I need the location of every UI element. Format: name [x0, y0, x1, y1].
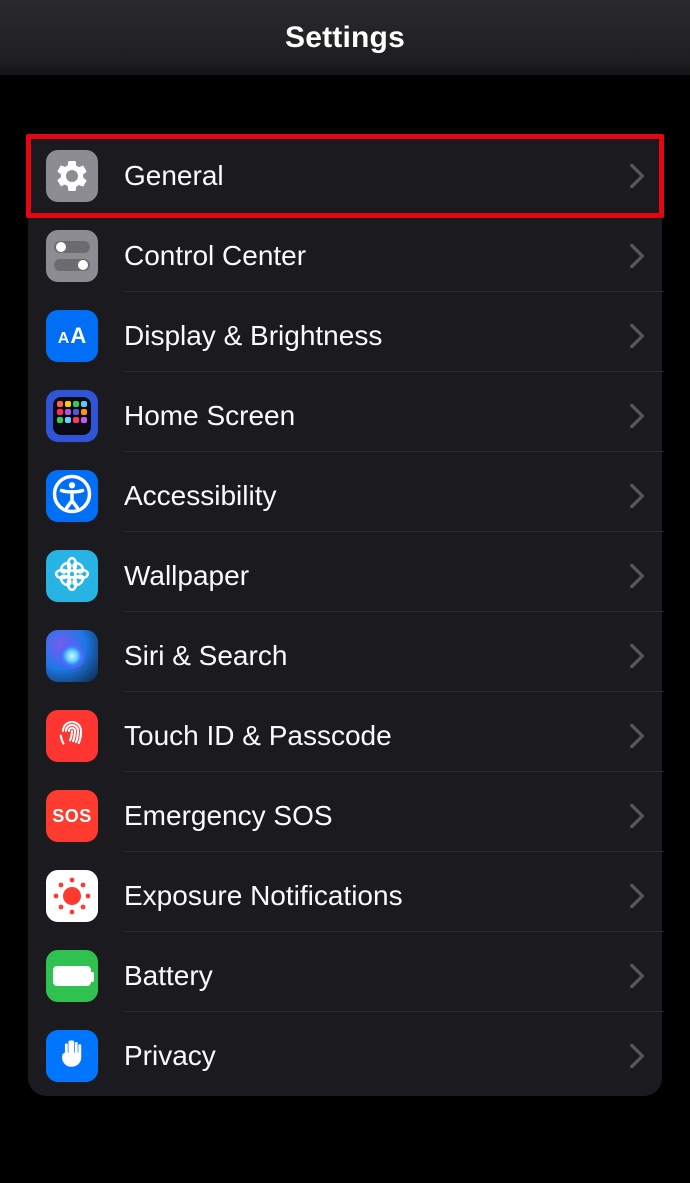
chevron-right-icon: [630, 724, 644, 748]
row-battery[interactable]: Battery: [28, 936, 662, 1016]
row-label: General: [124, 160, 224, 192]
row-label: Wallpaper: [124, 560, 249, 592]
row-touch-id-passcode[interactable]: Touch ID & Passcode: [28, 696, 662, 776]
chevron-right-icon: [630, 1044, 644, 1068]
chevron-right-icon: [630, 404, 644, 428]
row-label: Siri & Search: [124, 640, 287, 672]
siri-icon: [46, 630, 98, 682]
row-label: Exposure Notifications: [124, 880, 403, 912]
hand-icon: [46, 1030, 98, 1082]
home-screen-icon: [46, 390, 98, 442]
row-label: Home Screen: [124, 400, 295, 432]
row-label: Display & Brightness: [124, 320, 382, 352]
row-label: Accessibility: [124, 480, 276, 512]
settings-header: Settings: [0, 0, 690, 76]
row-privacy[interactable]: Privacy: [28, 1016, 662, 1096]
row-accessibility[interactable]: Accessibility: [28, 456, 662, 536]
flower-icon: [46, 550, 98, 602]
row-general[interactable]: General: [26, 134, 664, 218]
chevron-right-icon: [630, 884, 644, 908]
chevron-right-icon: [630, 244, 644, 268]
chevron-right-icon: [630, 564, 644, 588]
row-label: Battery: [124, 960, 213, 992]
chevron-right-icon: [630, 804, 644, 828]
row-control-center[interactable]: Control Center: [28, 216, 662, 296]
chevron-right-icon: [630, 644, 644, 668]
chevron-right-icon: [630, 324, 644, 348]
chevron-right-icon: [630, 964, 644, 988]
accessibility-icon: [46, 470, 98, 522]
row-siri-search[interactable]: Siri & Search: [28, 616, 662, 696]
sos-icon: SOS: [46, 790, 98, 842]
row-label: Privacy: [124, 1040, 216, 1072]
row-wallpaper[interactable]: Wallpaper: [28, 536, 662, 616]
text-size-icon: AA: [46, 310, 98, 362]
fingerprint-icon: [46, 710, 98, 762]
row-display-brightness[interactable]: AA Display & Brightness: [28, 296, 662, 376]
gear-icon: [46, 150, 98, 202]
row-label: Touch ID & Passcode: [124, 720, 392, 752]
battery-icon: [46, 950, 98, 1002]
settings-list: General Control Center AA Display & Brig…: [28, 134, 662, 1096]
row-exposure-notifications[interactable]: Exposure Notifications: [28, 856, 662, 936]
chevron-right-icon: [630, 164, 644, 188]
page-title: Settings: [285, 21, 405, 55]
row-label: Emergency SOS: [124, 800, 333, 832]
row-home-screen[interactable]: Home Screen: [28, 376, 662, 456]
chevron-right-icon: [630, 484, 644, 508]
row-label: Control Center: [124, 240, 306, 272]
row-emergency-sos[interactable]: SOS Emergency SOS: [28, 776, 662, 856]
toggles-icon: [46, 230, 98, 282]
exposure-icon: [46, 870, 98, 922]
